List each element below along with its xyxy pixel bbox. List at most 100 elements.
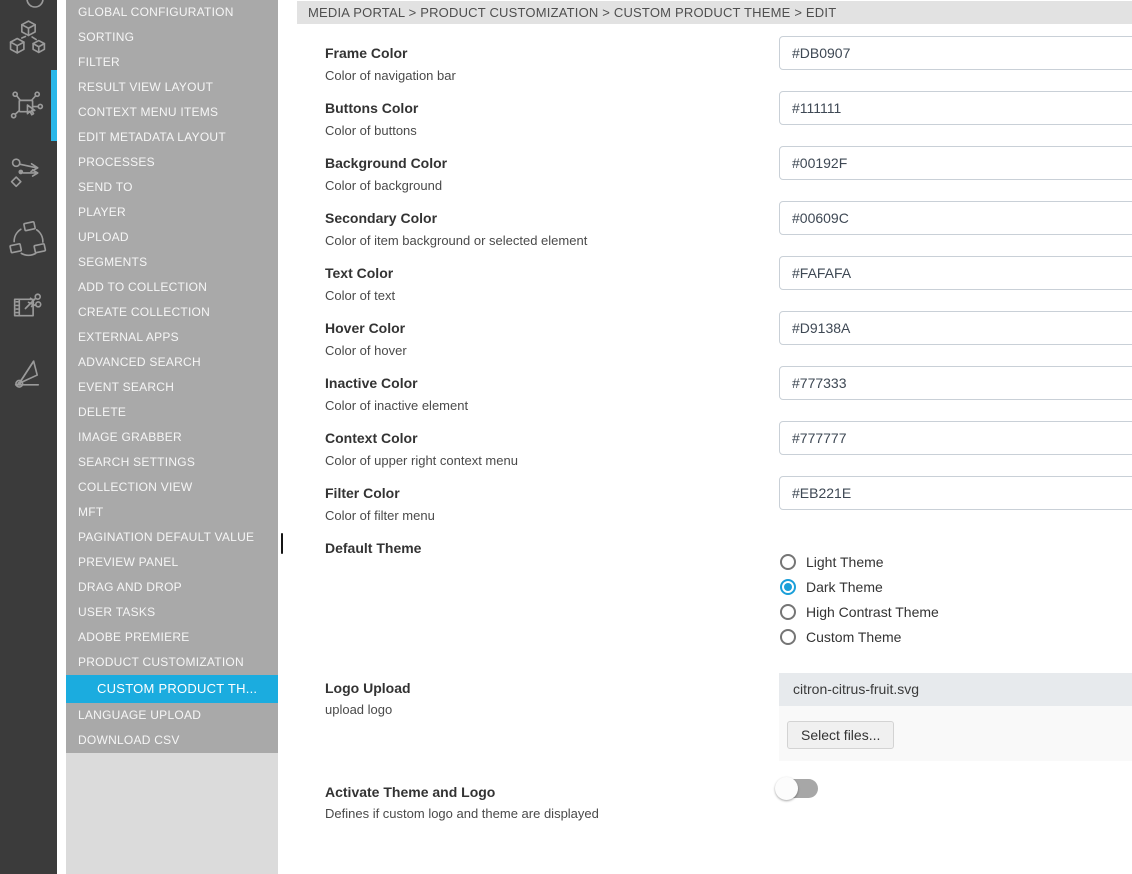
sidebar-item[interactable]: CUSTOM PRODUCT TH...: [66, 675, 278, 703]
sidebar-item[interactable]: DOWNLOAD CSV: [66, 728, 278, 753]
icon-rail: [0, 0, 57, 874]
color-field-row: Background Color Color of background: [297, 146, 1132, 201]
radio-option-label: Light Theme: [806, 554, 884, 570]
radio-option-label: Custom Theme: [806, 629, 901, 645]
theme-radio-option[interactable]: Custom Theme: [780, 624, 901, 649]
logo-upload-description: upload logo: [325, 702, 392, 717]
color-field-row: Buttons Color Color of buttons: [297, 91, 1132, 146]
sidebar-item[interactable]: EXTERNAL APPS: [66, 325, 278, 350]
sidebar-item[interactable]: SEARCH SETTINGS: [66, 450, 278, 475]
color-field-label: Secondary Color: [325, 210, 437, 226]
color-field-description: Color of navigation bar: [325, 68, 456, 83]
sidebar-item[interactable]: CONTEXT MENU ITEMS: [66, 100, 278, 125]
color-field-description: Color of text: [325, 288, 395, 303]
sidebar-item[interactable]: DELETE: [66, 400, 278, 425]
sidebar-item[interactable]: PLAYER: [66, 200, 278, 225]
sidebar-item[interactable]: COLLECTION VIEW: [66, 475, 278, 500]
activate-theme-description: Defines if custom logo and theme are dis…: [325, 806, 599, 821]
radio-button-icon[interactable]: [780, 629, 796, 645]
color-hex-input[interactable]: [779, 366, 1132, 400]
cubes-icon[interactable]: [8, 17, 49, 58]
radio-button-icon[interactable]: [780, 604, 796, 620]
sidebar-item[interactable]: ADD TO COLLECTION: [66, 275, 278, 300]
sidebar-item[interactable]: LANGUAGE UPLOAD: [66, 703, 278, 728]
sidebar-item[interactable]: DRAG AND DROP: [66, 575, 278, 600]
sidebar-item[interactable]: SEND TO: [66, 175, 278, 200]
publish-icon[interactable]: [8, 352, 49, 393]
sidebar-item[interactable]: MFT: [66, 500, 278, 525]
color-field-row: Filter Color Color of filter menu: [297, 476, 1132, 531]
activate-theme-toggle[interactable]: [777, 779, 818, 798]
activate-theme-label: Activate Theme and Logo: [325, 784, 495, 800]
color-field-label: Background Color: [325, 155, 447, 171]
context-menu-icon[interactable]: [8, 85, 49, 126]
sidebar-item[interactable]: PREVIEW PANEL: [66, 550, 278, 575]
radio-button-icon[interactable]: [780, 554, 796, 570]
color-hex-input[interactable]: [779, 476, 1132, 510]
file-upload-panel: Select files...: [779, 706, 1132, 761]
color-hex-input[interactable]: [779, 201, 1132, 235]
theme-radio-option[interactable]: Dark Theme: [780, 574, 883, 599]
color-field-label: Context Color: [325, 430, 418, 446]
color-field-row: Frame Color Color of navigation bar: [297, 36, 1132, 91]
color-field-description: Color of filter menu: [325, 508, 435, 523]
color-field-label: Text Color: [325, 265, 393, 281]
theme-radio-option[interactable]: Light Theme: [780, 549, 884, 574]
color-field-label: Buttons Color: [325, 100, 418, 116]
sidebar-item[interactable]: IMAGE GRABBER: [66, 425, 278, 450]
active-section-indicator: [51, 70, 57, 141]
workflow-icon[interactable]: [8, 153, 49, 194]
sidebar-item[interactable]: PRODUCT CUSTOMIZATION: [66, 650, 278, 675]
toggle-knob: [775, 777, 798, 800]
color-field-label: Filter Color: [325, 485, 400, 501]
sidebar-item[interactable]: ADVANCED SEARCH: [66, 350, 278, 375]
sidebar-item[interactable]: CREATE COLLECTION: [66, 300, 278, 325]
color-field-row: Hover ColorColor of hover: [297, 311, 1132, 366]
color-hex-input[interactable]: [779, 421, 1132, 455]
color-hex-input[interactable]: [779, 256, 1132, 290]
sidebar-scrollbar[interactable]: [281, 533, 283, 554]
radio-button-icon[interactable]: [780, 579, 796, 595]
color-field-label: Inactive Color: [325, 375, 418, 391]
logo-upload-label: Logo Upload: [325, 680, 411, 696]
select-files-button[interactable]: Select files...: [787, 721, 894, 749]
color-hex-input[interactable]: [779, 311, 1132, 345]
sidebar-item[interactable]: GLOBAL CONFIGURATION: [66, 0, 278, 25]
color-hex-input[interactable]: [779, 146, 1132, 180]
sidebar-item[interactable]: SORTING: [66, 25, 278, 50]
color-field-row: Secondary Color Color of item background …: [297, 201, 1132, 256]
color-field-description: Color of inactive element: [325, 398, 468, 413]
collections-cycle-icon[interactable]: [8, 218, 49, 259]
color-hex-input[interactable]: [779, 91, 1132, 125]
radio-option-label: Dark Theme: [806, 579, 883, 595]
sidebar-item[interactable]: EVENT SEARCH: [66, 375, 278, 400]
color-hex-input[interactable]: [779, 36, 1132, 70]
sidebar-item[interactable]: PROCESSES: [66, 150, 278, 175]
default-theme-label: Default Theme: [325, 540, 421, 556]
color-field-description: Color of background: [325, 178, 442, 193]
color-field-description: Color of buttons: [325, 123, 417, 138]
sidebar-item[interactable]: UPLOAD: [66, 225, 278, 250]
radio-option-label: High Contrast Theme: [806, 604, 939, 620]
color-field-description: Color of item background or selected ele…: [325, 233, 587, 248]
color-field-row: Context Color Color of upper right contex…: [297, 421, 1132, 476]
color-field-description: Color of hover: [325, 343, 407, 358]
video-editor-icon[interactable]: [8, 288, 49, 329]
sidebar-item[interactable]: USER TASKS: [66, 600, 278, 625]
sidebar-item[interactable]: EDIT METADATA LAYOUT: [66, 125, 278, 150]
uploaded-file-name[interactable]: citron-citrus-fruit.svg: [779, 673, 1132, 706]
sidebar-item[interactable]: RESULT VIEW LAYOUT: [66, 75, 278, 100]
settings-menu: GLOBAL CONFIGURATIONSORTINGFILTERRESULT …: [66, 0, 278, 753]
sidebar-item[interactable]: ADOBE PREMIERE: [66, 625, 278, 650]
sidebar-item[interactable]: FILTER: [66, 50, 278, 75]
partial-top-icon: [8, 0, 49, 12]
sidebar-item[interactable]: PAGINATION DEFAULT VALUE: [66, 525, 278, 550]
settings-sidebar: GLOBAL CONFIGURATIONSORTINGFILTERRESULT …: [66, 0, 278, 874]
breadcrumb: MEDIA PORTAL > PRODUCT CUSTOMIZATION > C…: [297, 1, 1132, 24]
color-field-label: Frame Color: [325, 45, 407, 61]
sidebar-item[interactable]: SEGMENTS: [66, 250, 278, 275]
theme-radio-option[interactable]: High Contrast Theme: [780, 599, 939, 624]
color-field-description: Color of upper right context menu: [325, 453, 518, 468]
color-field-row: Text Color Color of text: [297, 256, 1132, 311]
main-content: MEDIA PORTAL > PRODUCT CUSTOMIZATION > C…: [297, 0, 1132, 874]
